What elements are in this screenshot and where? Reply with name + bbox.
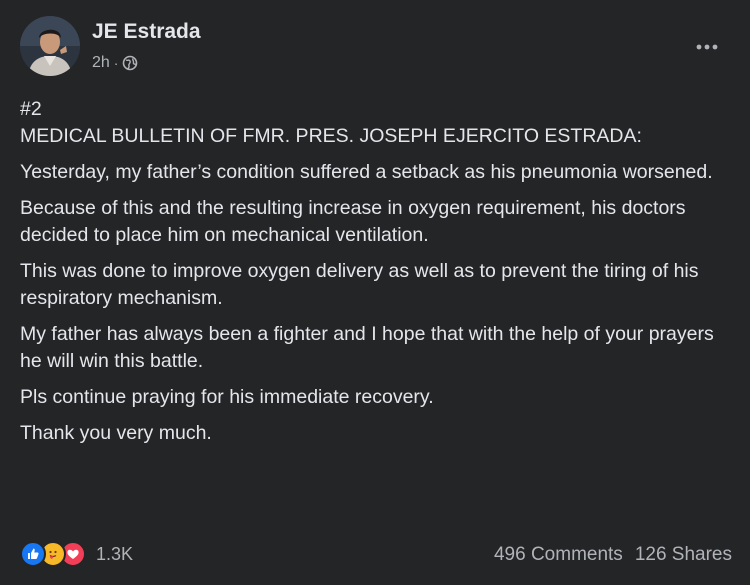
post-text: #2 MEDICAL BULLETIN OF FMR. PRES. JOSEPH… [20, 96, 730, 456]
meta-separator: · [113, 55, 119, 71]
post-paragraph: Because of this and the resulting increa… [20, 197, 686, 246]
post-meta: 2h · [92, 54, 138, 72]
post-paragraph: This was done to improve oxygen delivery… [20, 260, 699, 309]
post-paragraph: Pls continue praying for his immediate r… [20, 386, 434, 408]
avatar-image [20, 16, 80, 76]
post-card: JE Estrada 2h · #2 MEDICAL BULLETIN OF F… [0, 0, 750, 585]
post-time[interactable]: 2h [92, 54, 110, 72]
reaction-count[interactable]: 1.3K [96, 544, 133, 565]
post-paragraph: My father has always been a fighter and … [20, 323, 714, 372]
shares-count-link[interactable]: 126 Shares [635, 544, 732, 566]
post-paragraph: Yesterday, my father’s condition suffere… [20, 161, 713, 183]
more-options-button[interactable] [690, 30, 724, 64]
engagement-counts: 496 Comments 126 Shares [494, 544, 732, 566]
reactions-summary[interactable]: 1.3K [20, 541, 133, 567]
author-name[interactable]: JE Estrada [92, 20, 201, 44]
globe-icon[interactable] [122, 55, 138, 71]
post-hashtag-line: #2 [20, 98, 42, 120]
comments-count-link[interactable]: 496 Comments [494, 544, 623, 566]
more-horizontal-icon [696, 44, 718, 50]
post-heading: MEDICAL BULLETIN OF FMR. PRES. JOSEPH EJ… [20, 125, 642, 147]
post-paragraph: Thank you very much. [20, 422, 212, 444]
like-icon [20, 541, 46, 567]
author-avatar[interactable] [20, 16, 80, 76]
